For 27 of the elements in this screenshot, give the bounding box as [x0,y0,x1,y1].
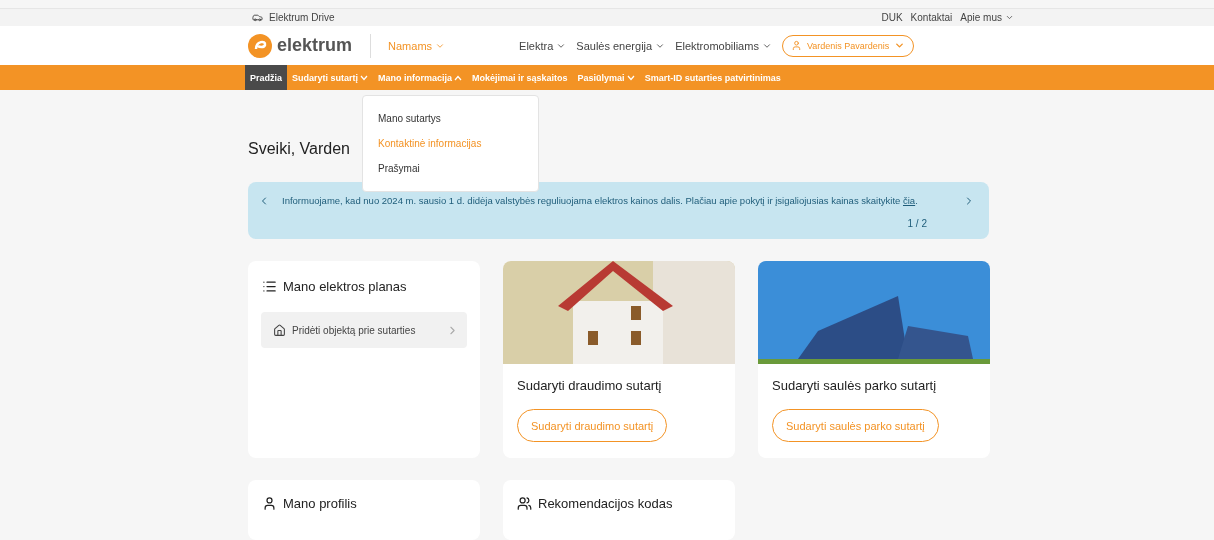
nav-tab[interactable]: Pradžia [245,65,287,90]
user-icon [790,40,802,52]
nav-link[interactable]: Elektra [519,39,567,52]
pager-text: 1 / 2 [907,218,927,229]
users-icon [517,496,532,511]
car-icon [252,12,263,24]
card-title: Mano elektros planas [283,279,407,294]
card-title: Rekomendacijos kodas [538,496,673,511]
logo-icon [248,33,272,58]
user-icon [262,496,277,511]
brand-label: Elektrum Drive [269,12,335,24]
card-title: Mano profilis [283,496,357,511]
top-link[interactable]: Kontaktai [910,12,953,24]
nav-link[interactable]: Saulės energija [576,39,666,52]
list-icon [262,279,277,294]
banner-text: Informuojame, kad nuo 2024 m. sausio 1 d. didėja valstybės reguliuojama elektros kainos dalis. Plačiau apie pokytį ir įsigaliojusias kainas skaitykite čia. [282,194,919,208]
greeting: Sveiki, Varden [248,140,350,157]
top-link[interactable]: Apie mus [960,12,1014,24]
card-title: Sudaryti saulės parko sutartį [772,378,937,393]
house-icon [273,323,286,337]
nav-link[interactable]: Elektromobiliams [675,39,772,52]
card-title: Sudaryti draudimo sutartį [517,378,662,393]
menu-item[interactable]: Mano sutartys [363,106,538,131]
menu-item[interactable]: Prašymai [363,156,538,181]
top-link[interactable]: DUK [881,12,903,24]
logo-text: elektrum [277,35,353,57]
add-object-item[interactable]: Pridėti objektą prie sutarties [261,312,467,348]
